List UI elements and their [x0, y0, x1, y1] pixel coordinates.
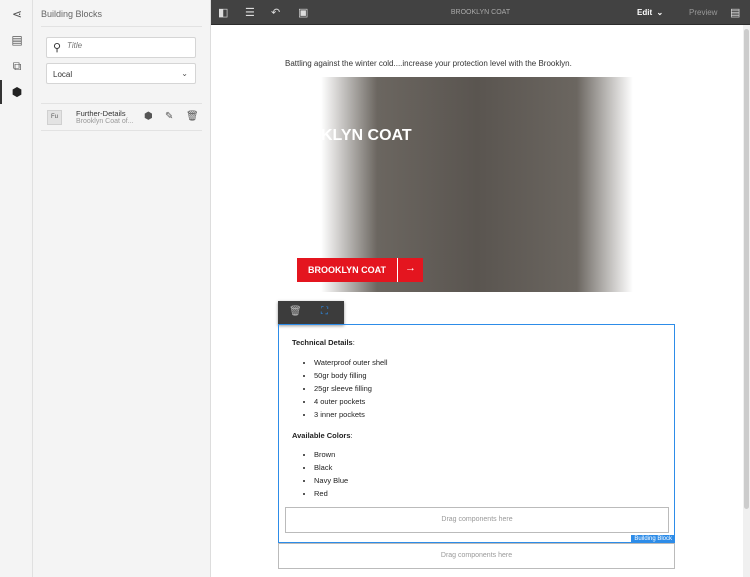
- building-block-tag: Building Block: [631, 535, 675, 543]
- intro-text: Battling against the winter cold....incr…: [285, 59, 572, 68]
- insert-block-icon[interactable]: ⬢: [144, 111, 153, 122]
- list-item[interactable]: Fu Further-Details Brooklyn Coat of... ⬢…: [41, 104, 203, 130]
- filter-select[interactable]: Local ⌄: [46, 63, 196, 84]
- list-item: Waterproof outer shell: [314, 356, 388, 369]
- tech-list: Waterproof outer shell 50gr body filling…: [314, 356, 388, 421]
- delete-icon[interactable]: 🗑: [289, 306, 302, 317]
- list-item: 50gr body filling: [314, 369, 388, 382]
- list-item: Red: [314, 487, 348, 500]
- colors-heading: Available Colors:: [292, 431, 353, 440]
- list-item: Brown: [314, 448, 348, 461]
- share-icon[interactable]: ⋖: [9, 6, 25, 22]
- item-name: Further-Details: [76, 109, 126, 118]
- tech-heading: Technical Details:: [292, 338, 355, 347]
- filter-value: Local: [53, 70, 73, 79]
- search-icon: ⚲: [53, 42, 62, 54]
- list-item: 3 inner pockets: [314, 408, 388, 421]
- colors-list: Brown Black Navy Blue Red: [314, 448, 348, 500]
- cta-button[interactable]: BROOKLYN COAT →: [297, 258, 424, 282]
- item-badge: Fu: [47, 110, 62, 125]
- side-rail: ⋖ ▤ ⧉ ⬢: [0, 0, 33, 577]
- editor-toolbar: ◧ ☰ ↶ ▣ BROOKLYN COAT Edit ⌄ Preview ▤: [211, 0, 750, 25]
- list-item: 25gr sleeve filling: [314, 382, 388, 395]
- page-info-icon[interactable]: ▤: [730, 6, 740, 19]
- mode-label: Edit: [637, 8, 653, 17]
- drop-zone-inner[interactable]: Drag components here: [285, 507, 669, 533]
- assets-icon[interactable]: ⧉: [9, 58, 25, 74]
- list-item: Navy Blue: [314, 474, 348, 487]
- building-blocks-panel: Building Blocks ⚲ Local ⌄ Fu Further-Det…: [33, 0, 211, 577]
- hero-text: KLYN COAT: [321, 127, 412, 144]
- item-description: Brooklyn Coat of...: [76, 118, 134, 125]
- list-item: 4 outer pockets: [314, 395, 388, 408]
- delete-icon[interactable]: 🗑: [186, 111, 199, 122]
- building-block[interactable]: Technical Details: Waterproof outer shel…: [278, 324, 675, 543]
- mode-select[interactable]: Edit ⌄: [637, 8, 663, 17]
- layers-icon[interactable]: ▤: [9, 32, 25, 48]
- drop-zone-outer[interactable]: Drag components here: [278, 543, 675, 569]
- arrow-right-icon: →: [397, 258, 424, 282]
- component-toolbar: 🗑 ⛶: [278, 301, 344, 325]
- search-input[interactable]: [67, 41, 187, 50]
- cta-label: BROOKLYN COAT: [297, 258, 398, 282]
- preview-button[interactable]: Preview: [689, 8, 717, 17]
- select-parent-icon[interactable]: ⛶: [321, 306, 328, 317]
- scrollbar[interactable]: [743, 25, 750, 577]
- panel-title: Building Blocks: [41, 9, 103, 19]
- active-indicator: [0, 80, 2, 104]
- divider: [41, 130, 202, 131]
- edit-icon[interactable]: ✎: [165, 111, 173, 122]
- scrollbar-thumb[interactable]: [744, 29, 749, 509]
- divider: [41, 26, 202, 27]
- chevron-down-icon: ⌄: [181, 69, 188, 78]
- page-title: BROOKLYN COAT: [450, 9, 511, 16]
- list-item: Black: [314, 461, 348, 474]
- building-blocks-icon[interactable]: ⬢: [9, 84, 25, 100]
- page-canvas: Battling against the winter cold....incr…: [211, 25, 743, 577]
- search-field[interactable]: ⚲: [46, 37, 196, 58]
